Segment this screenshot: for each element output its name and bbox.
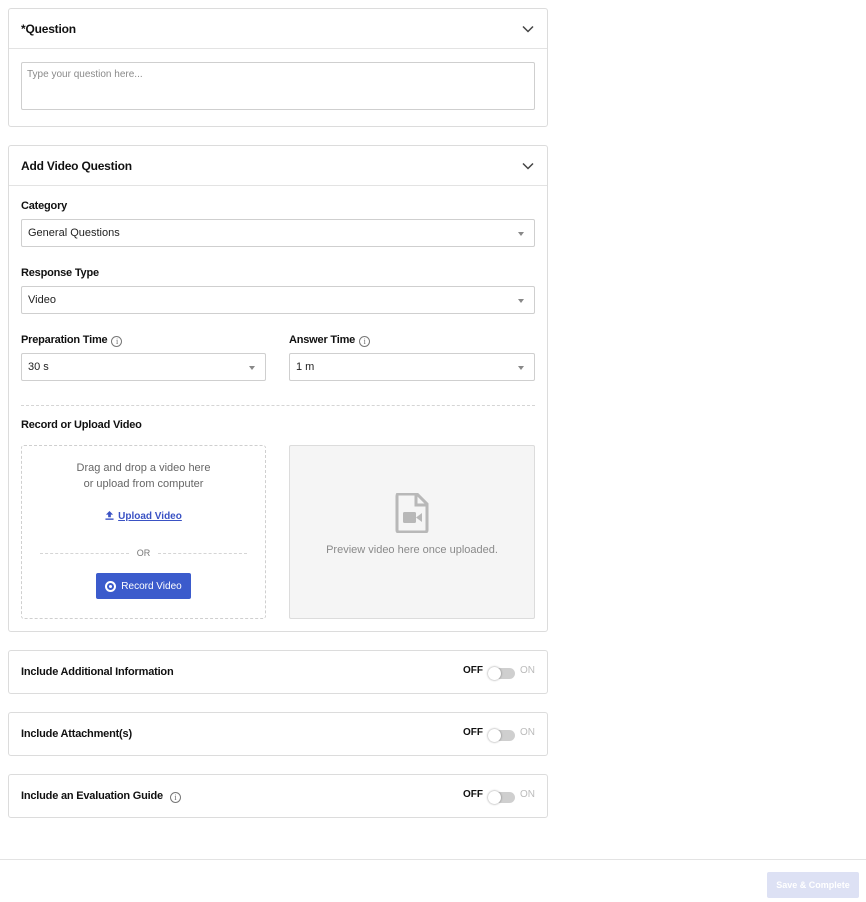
answer-time-value: 1 m [296, 361, 315, 373]
video-file-icon [395, 492, 429, 536]
preparation-time-select[interactable]: 30 s [21, 353, 266, 381]
save-complete-button[interactable]: Save & Complete [767, 872, 859, 898]
video-preview-area: Preview video here once uploaded. [289, 445, 535, 619]
toggle-on-label: ON [520, 726, 535, 738]
attachments-title: Include Attachment(s) [21, 728, 132, 740]
caret-down-icon [518, 299, 524, 303]
video-question-card-title: Add Video Question [21, 158, 132, 173]
or-label: OR [136, 548, 151, 558]
preparation-time-label-text: Preparation Time [21, 334, 108, 346]
answer-time-label: Answer Time i [289, 334, 371, 347]
info-icon[interactable]: i [111, 336, 123, 347]
caret-down-icon [518, 366, 524, 370]
record-upload-label: Record or Upload Video [21, 419, 142, 431]
record-icon [105, 580, 117, 592]
evaluation-guide-title-wrap: Include an Evaluation Guide i [21, 790, 181, 803]
question-input[interactable] [21, 62, 535, 110]
record-video-label: Record Video [121, 580, 182, 592]
response-type-label: Response Type [21, 267, 99, 279]
toggle-on-label: ON [520, 664, 535, 676]
answer-time-label-text: Answer Time [289, 334, 356, 346]
evaluation-guide-toggle-group: OFF ON [463, 786, 535, 804]
or-divider: OR [40, 548, 247, 558]
additional-information-title: Include Additional Information [21, 666, 174, 678]
section-divider [21, 405, 535, 406]
video-question-card-header[interactable]: Add Video Question [9, 146, 547, 186]
category-value: General Questions [28, 227, 120, 239]
category-select[interactable]: General Questions [21, 219, 535, 247]
preview-placeholder-text: Preview video here once uploaded. [326, 544, 498, 556]
question-card: *Question [8, 8, 548, 127]
video-question-card: Add Video Question Category General Ques… [8, 145, 548, 632]
evaluation-guide-row: Include an Evaluation Guide i OFF ON [8, 774, 548, 818]
question-card-title: *Question [21, 21, 76, 36]
additional-information-toggle[interactable] [488, 666, 515, 680]
toggle-off-label: OFF [463, 726, 483, 738]
footer-divider [0, 859, 866, 860]
caret-down-icon [518, 232, 524, 236]
question-card-header[interactable]: *Question [9, 9, 547, 49]
toggle-off-label: OFF [463, 788, 483, 800]
drop-line-2: or upload from computer [83, 478, 204, 490]
drop-instructions: Drag and drop a video here or upload fro… [22, 460, 265, 492]
toggle-on-label: ON [520, 788, 535, 800]
additional-information-toggle-group: OFF ON [463, 662, 535, 680]
upload-video-link[interactable]: Upload Video [22, 511, 265, 522]
upload-icon [105, 511, 114, 520]
upload-video-label: Upload Video [118, 511, 182, 522]
caret-down-icon [249, 366, 255, 370]
drop-line-1: Drag and drop a video here [76, 462, 211, 474]
chevron-down-icon[interactable] [521, 22, 535, 36]
chevron-down-icon[interactable] [521, 159, 535, 173]
response-type-value: Video [28, 294, 56, 306]
category-label: Category [21, 200, 68, 212]
record-video-button[interactable]: Record Video [96, 573, 191, 599]
evaluation-guide-toggle[interactable] [488, 790, 515, 804]
video-drop-zone[interactable]: Drag and drop a video here or upload fro… [21, 445, 266, 619]
attachments-toggle[interactable] [488, 728, 515, 742]
additional-information-row: Include Additional Information OFF ON [8, 650, 548, 694]
toggle-off-label: OFF [463, 664, 483, 676]
info-icon[interactable]: i [359, 336, 371, 347]
preparation-time-value: 30 s [28, 361, 49, 373]
answer-time-select[interactable]: 1 m [289, 353, 535, 381]
preparation-time-label: Preparation Time i [21, 334, 123, 347]
attachments-row: Include Attachment(s) OFF ON [8, 712, 548, 756]
attachments-toggle-group: OFF ON [463, 724, 535, 742]
response-type-select[interactable]: Video [21, 286, 535, 314]
info-icon[interactable]: i [169, 791, 181, 803]
evaluation-guide-title: Include an Evaluation Guide [21, 789, 163, 802]
